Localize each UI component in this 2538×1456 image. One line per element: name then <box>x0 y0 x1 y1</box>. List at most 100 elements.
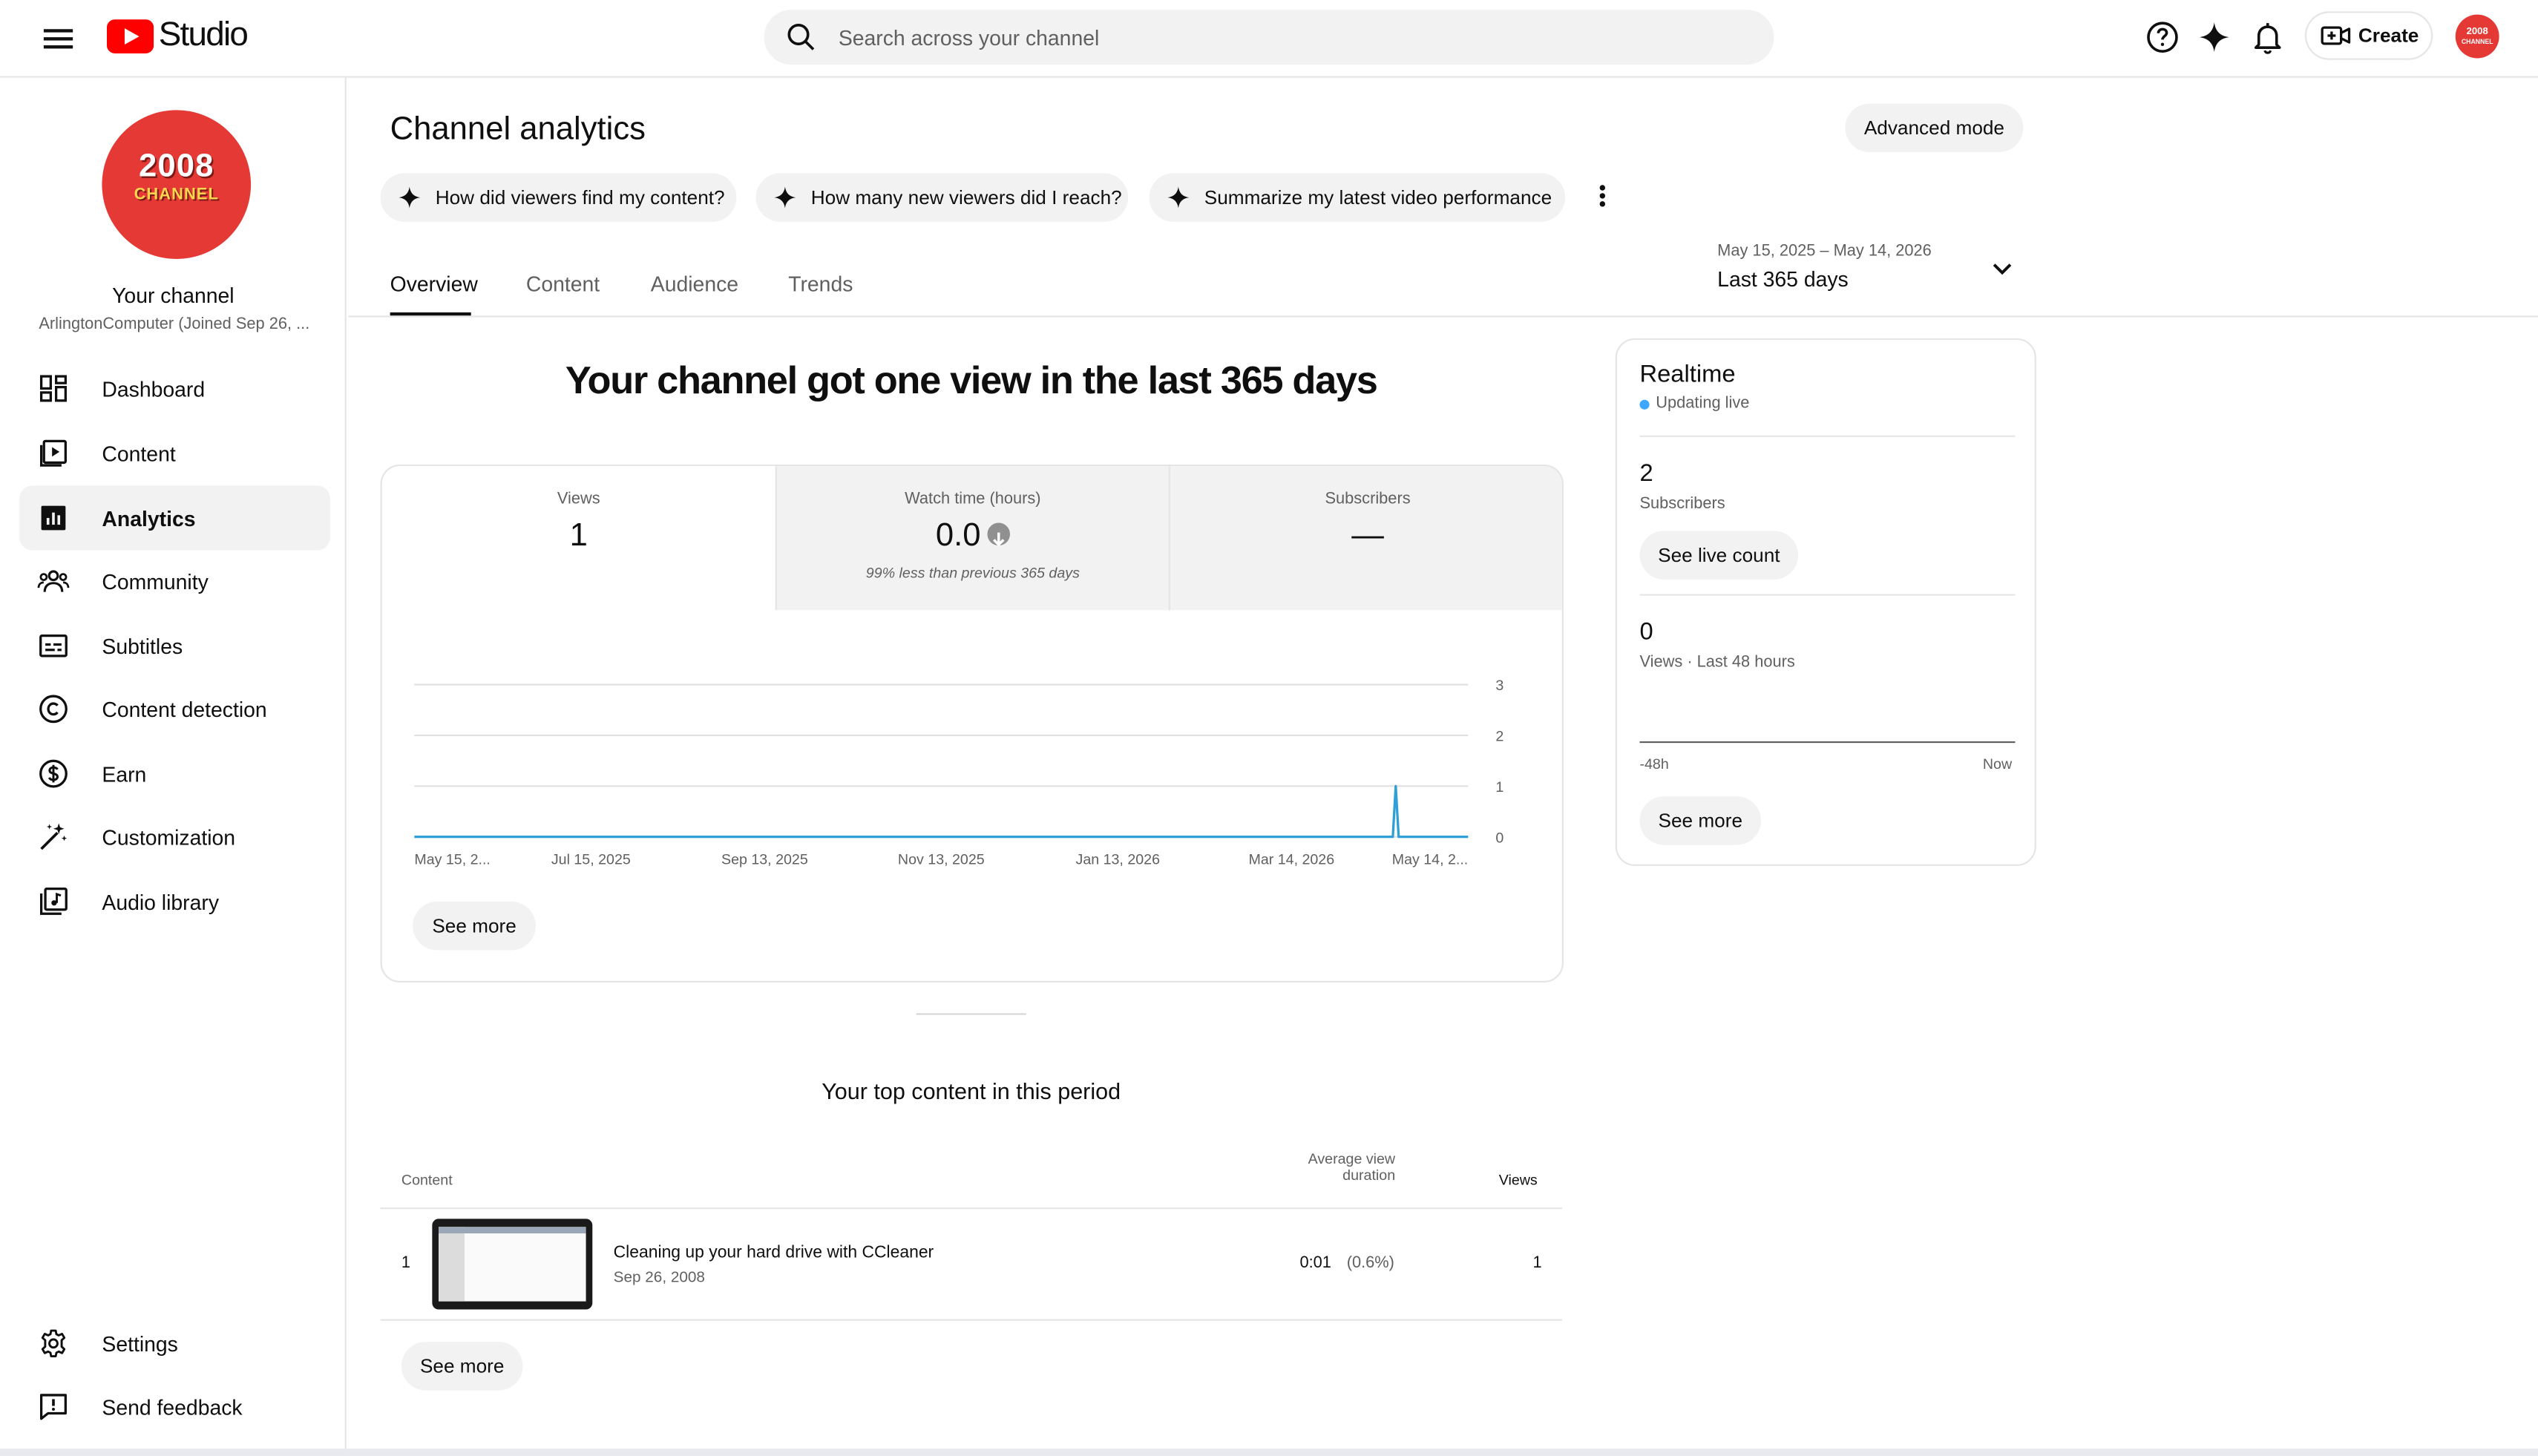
column-header-line: Average view <box>1308 1150 1396 1167</box>
menu-icon[interactable] <box>39 19 77 58</box>
studio-logo[interactable]: Studio <box>106 16 249 55</box>
x-tick-label: Jan 13, 2026 <box>1076 852 1161 868</box>
sidebar-item-customization[interactable]: Customization <box>19 804 330 869</box>
thumbnail-pane <box>439 1227 465 1302</box>
tab-overview[interactable]: Overview <box>390 272 478 296</box>
overview-see-more-button[interactable]: See more <box>413 901 536 951</box>
more-vert-icon[interactable] <box>1586 181 1619 214</box>
y-tick-label: 3 <box>1495 678 1504 694</box>
prompt-chip-new-viewers[interactable]: How many new viewers did I reach? <box>755 173 1129 222</box>
x-axis-ticks: May 15, 2... Jul 15, 2025 Sep 13, 2025 Nov … <box>414 852 1468 868</box>
column-header-line: duration <box>1342 1167 1396 1184</box>
sparkle-icon <box>399 186 421 209</box>
sidebar-item-label: Dashboard <box>102 376 206 401</box>
live-dot <box>1639 399 1650 409</box>
sidebar-item-label: Earn <box>102 761 147 786</box>
row-views: 1 <box>1532 1254 1542 1273</box>
date-range-picker[interactable]: May 15, 2025 – May 14, 2026 Last 365 day… <box>1717 243 2024 298</box>
metric-views[interactable]: Views 1 <box>381 466 776 611</box>
row-rank: 1 <box>401 1254 411 1273</box>
sidebar-item-label: Customization <box>102 824 236 849</box>
x-tick-label: Nov 13, 2025 <box>898 852 985 868</box>
sidebar-item-content-detection[interactable]: Content detection <box>19 677 330 741</box>
sidebar-item-label: Community <box>102 568 209 594</box>
top-content-title: Your top content in this period <box>822 1078 1121 1104</box>
realtime-see-more-button[interactable]: See more <box>1639 796 1762 845</box>
views-line-chart: 0 1 2 3 May 15, 2... Jul 15, 2025 Sep 13, 202… <box>414 678 1504 868</box>
overview-card: Views 1 Watch time (hours) 0.0 99% less … <box>380 464 1564 983</box>
top-bar: Studio Search across your channel Create… <box>0 0 2538 78</box>
chip-label: How did viewers find my content? <box>435 186 725 209</box>
metric-subscribers[interactable]: Subscribers — <box>1170 466 1562 611</box>
metric-label: Subscribers <box>1325 490 1411 508</box>
sidebar-item-analytics[interactable]: Analytics <box>19 485 330 551</box>
sidebar-item-subtitles[interactable]: Subtitles <box>19 614 330 678</box>
search-input[interactable] <box>838 24 1745 50</box>
realtime-axis-end: Now <box>1982 755 2013 773</box>
account-avatar[interactable]: 2008 CHANNEL <box>2455 14 2499 59</box>
sidebar-item-community[interactable]: Community <box>19 548 330 613</box>
tab-content[interactable]: Content <box>526 272 600 296</box>
audio-library-icon <box>39 887 68 915</box>
y-axis-ticks: 0 1 2 3 <box>1495 678 1504 846</box>
prompt-chip-summarize-video[interactable]: Summarize my latest video performance <box>1149 173 1566 222</box>
sparkle-icon <box>774 186 796 209</box>
tabs-divider <box>347 315 2538 318</box>
sparkle-icon <box>1167 186 1190 209</box>
copyright-icon <box>39 695 68 724</box>
realtime-chart-axis <box>1639 741 2016 744</box>
video-title[interactable]: Cleaning up your hard drive with CCleane… <box>614 1243 934 1262</box>
sparkle-icon[interactable] <box>2197 19 2232 55</box>
video-thumbnail[interactable] <box>432 1219 593 1310</box>
avg-view-percentage: (0.6%) <box>1346 1254 1394 1273</box>
prompt-chip-traffic-sources[interactable]: How did viewers find my content? <box>380 173 737 222</box>
avatar-text-line1: 2008 <box>2466 27 2488 38</box>
table-row[interactable]: 1 Cleaning up your hard drive with CClea… <box>380 1209 1562 1321</box>
channel-avatar[interactable]: 2008 CHANNEL <box>102 110 252 259</box>
column-header-avg-view-duration[interactable]: Average view duration <box>1279 1150 1396 1184</box>
dollar-icon <box>39 759 68 788</box>
community-icon <box>37 570 70 592</box>
avg-view-duration: 0:01 <box>1299 1254 1331 1273</box>
sidebar-item-dashboard[interactable]: Dashboard <box>19 356 330 421</box>
sidebar-item-earn[interactable]: Earn <box>19 741 330 806</box>
tab-audience[interactable]: Audience <box>651 272 738 296</box>
search-bar[interactable] <box>764 10 1774 65</box>
channel-subtitle: ArlingtonComputer (Joined Sep 26, ... <box>39 315 310 334</box>
sidebar-item-label: Content detection <box>102 696 267 721</box>
sidebar-item-send-feedback[interactable]: Send feedback <box>19 1374 330 1439</box>
x-tick-label: May 14, 2... <box>1392 852 1469 868</box>
sidebar: 2008 CHANNEL Your channel ArlingtonCompu… <box>0 77 347 1456</box>
create-button[interactable]: Create <box>2304 11 2433 60</box>
sidebar-item-label: Content <box>102 441 176 466</box>
dashboard-icon <box>39 375 67 402</box>
metric-value: 1 <box>569 517 588 554</box>
studio-analytics-page: Studio Search across your channel Create… <box>0 0 2538 1456</box>
channel-avatar-line2: CHANNEL <box>134 186 219 204</box>
realtime-views-label: Views · Last 48 hours <box>1639 654 1795 672</box>
sidebar-item-audio-library[interactable]: Audio library <box>19 869 330 934</box>
advanced-mode-button[interactable]: Advanced mode <box>1845 103 2024 153</box>
see-live-count-button[interactable]: See live count <box>1639 531 1799 580</box>
help-icon[interactable] <box>2145 19 2180 55</box>
channel-avatar-line1: 2008 <box>139 148 214 185</box>
x-tick-label: Jul 15, 2025 <box>551 852 631 868</box>
top-content-see-more-button[interactable]: See more <box>401 1342 523 1391</box>
y-tick-label: 0 <box>1495 830 1504 846</box>
realtime-title: Realtime <box>1639 361 1736 389</box>
chip-label: Summarize my latest video performance <box>1204 186 1552 209</box>
realtime-axis-start: -48h <box>1639 755 1669 773</box>
realtime-views-value: 0 <box>1639 618 1653 646</box>
notifications-icon[interactable] <box>2250 19 2286 55</box>
tab-trends[interactable]: Trends <box>788 272 853 296</box>
realtime-card: Realtime Updating live 2 Subscribers See… <box>1615 338 2036 866</box>
youtube-logo-icon <box>106 19 154 53</box>
sidebar-item-settings[interactable]: Settings <box>19 1311 330 1376</box>
feedback-icon <box>39 1394 67 1420</box>
sidebar-item-content[interactable]: Content <box>19 421 330 485</box>
metric-watch-time[interactable]: Watch time (hours) 0.0 99% less than pre… <box>775 466 1170 611</box>
realtime-subscribers-value: 2 <box>1639 459 1653 488</box>
sidebar-item-label: Settings <box>102 1331 178 1356</box>
date-range-text: May 15, 2025 – May 14, 2026 <box>1717 243 1932 261</box>
column-header-views[interactable]: Views <box>1499 1172 1538 1188</box>
